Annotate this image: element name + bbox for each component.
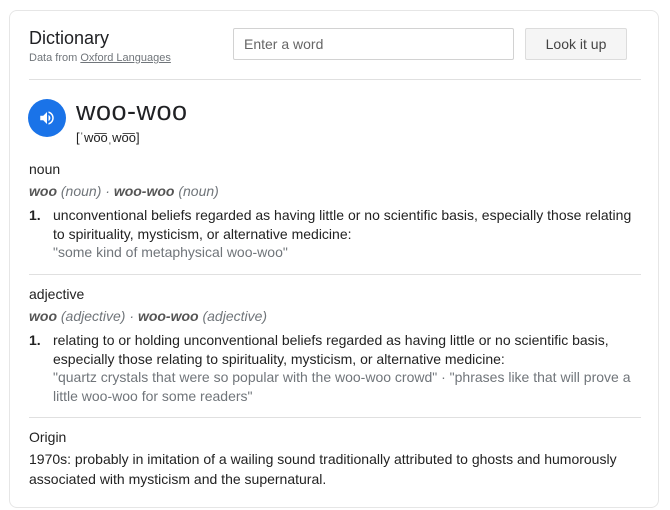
source-line: Data from Oxford Languages	[29, 52, 171, 64]
example: "some kind of metaphysical woo-woo"	[53, 244, 288, 260]
oxford-languages-link[interactable]: Oxford Languages	[80, 52, 171, 64]
form-separator: ·	[125, 308, 138, 324]
origin-heading: Origin	[29, 429, 67, 445]
word-forms: woo (adjective) · woo-woo (adjective)	[29, 308, 267, 324]
pronounce-button[interactable]	[28, 99, 66, 137]
divider	[29, 79, 641, 80]
example: "quartz crystals that were so popular wi…	[53, 369, 631, 404]
form-headword: woo	[29, 183, 57, 199]
dictionary-card: Dictionary Data from Oxford Languages Lo…	[9, 10, 659, 508]
form-pos: (noun)	[60, 183, 102, 199]
source-prefix: Data from	[29, 52, 81, 64]
divider	[29, 274, 641, 275]
speaker-icon	[40, 111, 54, 125]
form-headword: woo-woo	[113, 183, 175, 199]
definition: relating to or holding unconventional be…	[53, 332, 609, 367]
definition: unconventional beliefs regarded as havin…	[53, 207, 632, 242]
part-of-speech-adjective: adjective	[29, 286, 85, 302]
divider	[29, 417, 641, 418]
form-separator: ·	[101, 183, 114, 199]
part-of-speech-noun: noun	[29, 161, 61, 177]
phonetic-spelling: [ˈwo͞oˌwo͞o]	[76, 130, 140, 145]
sense-number: 1.	[29, 207, 41, 223]
form-pos: (adjective)	[60, 308, 126, 324]
form-headword: woo	[29, 308, 57, 324]
sense-number: 1.	[29, 332, 41, 348]
form-headword: woo-woo	[137, 308, 199, 324]
word-forms: woo (noun) · woo-woo (noun)	[29, 183, 219, 199]
origin-text: 1970s: probably in imitation of a wailin…	[29, 451, 617, 487]
look-it-up-button[interactable]: Look it up	[525, 28, 627, 60]
headword: woo-woo	[76, 96, 188, 126]
dictionary-header: Dictionary Data from Oxford Languages	[29, 27, 171, 64]
dictionary-title: Dictionary	[29, 28, 110, 48]
word-search-input[interactable]	[233, 28, 514, 60]
form-pos: (adjective)	[202, 308, 268, 324]
form-pos: (noun)	[178, 183, 219, 199]
